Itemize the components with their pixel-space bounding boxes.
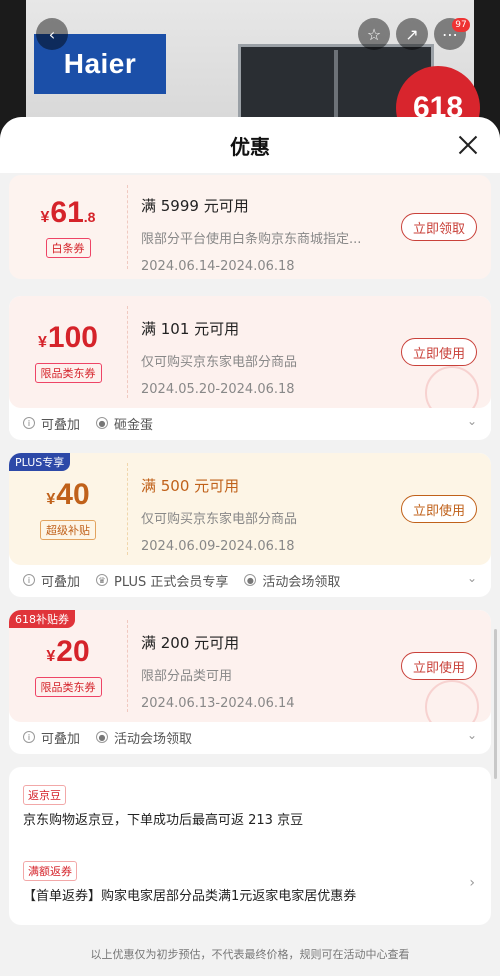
rebate-text[interactable]: 【首单返券】购家电家居部分品类满1元返家电家居优惠券 [23, 885, 356, 904]
sheet-header: 优惠 [0, 117, 500, 173]
coupon-dates: 2024.06.09-2024.06.18 [141, 539, 295, 554]
use-button[interactable]: 立即使用 [401, 652, 477, 680]
stack-icon: i [23, 574, 35, 586]
coupon-tag: 限品类东券 [34, 677, 102, 697]
use-button[interactable]: 立即使用 [401, 338, 477, 366]
close-icon[interactable] [456, 133, 480, 157]
stack-icon: i [23, 417, 35, 429]
coupon-card: ¥61.8 白条券 满 5999 元可用 限部分平台使用白条购京东商城指定...… [9, 175, 491, 279]
disclaimer-text: 以上优惠仅为初步预估，不代表最终价格，规则可在活动中心查看 [90, 948, 410, 961]
share-icon: ↗ [405, 24, 419, 44]
sheet-title: 优惠 [230, 135, 270, 159]
coupon-value: ¥61.8 白条券 [9, 175, 127, 279]
subsidy-badge: 618补贴券 [9, 610, 75, 628]
coupon-tag: 白条券 [45, 238, 91, 258]
rebate-tag: 满额返券 [23, 861, 77, 881]
chevron-right-icon[interactable]: › [469, 875, 475, 891]
coupon-divider [127, 185, 128, 269]
chevron-down-icon[interactable]: ⌄ [467, 728, 477, 742]
coupon-value: ¥100 限品类东券 [9, 296, 127, 408]
claim-button[interactable]: 立即领取 [401, 213, 477, 241]
rewards-text: 京东购物返京豆，下单成功后最高可返 213 京豆 [23, 813, 304, 828]
chevron-down-icon[interactable]: ⌄ [467, 571, 477, 585]
star-icon: ☆ [366, 24, 382, 44]
venue-icon: ● [96, 731, 109, 743]
coupon-tag: 超级补贴 [40, 520, 96, 540]
coupon-tag: 限品类东券 [34, 363, 102, 383]
stack-icon: i [23, 731, 35, 743]
coupon-condition: 满 101 元可用 [141, 320, 240, 338]
crown-icon: ♛ [96, 574, 109, 586]
coupon-desc: 仅可购买京东家电部分商品 [141, 355, 298, 370]
coupon-divider [127, 306, 128, 398]
coupon-dates: 2024.06.14-2024.06.18 [141, 259, 295, 274]
coupon-footer[interactable]: i 可叠加 ● 活动会场领取 ⌄ [9, 722, 491, 752]
venue-icon: ● [244, 574, 257, 586]
coupon-footer[interactable]: i 可叠加 ♛ PLUS 正式会员专享 ● 活动会场领取 ⌄ [9, 565, 491, 595]
back-button[interactable]: ‹ [36, 18, 68, 50]
notification-badge: 97 [452, 18, 470, 32]
coupon-divider [127, 620, 128, 712]
rewards-section: 返京豆 京东购物返京豆，下单成功后最高可返 213 京豆 满额返券 【首单返券】… [9, 767, 491, 925]
favorite-button[interactable]: ☆ [358, 18, 390, 50]
egg-icon: ● [96, 417, 109, 429]
scrollbar[interactable] [494, 629, 497, 779]
coupon-condition: 满 200 元可用 [141, 634, 240, 652]
coupon-card: ¥40 超级补贴 满 500 元可用 仅可购买京东家电部分商品 2024.06.… [9, 453, 491, 597]
chevron-down-icon[interactable]: ⌄ [467, 414, 477, 428]
coupon-desc: 限部分品类可用 [141, 669, 233, 684]
coupon-divider [127, 463, 128, 555]
coupon-condition: 满 500 元可用 [141, 477, 240, 495]
plus-badge: PLUS专享 [9, 453, 71, 471]
chevron-left-icon: ‹ [48, 24, 56, 44]
coupon-desc: 仅可购买京东家电部分商品 [141, 512, 298, 527]
coupon-footer[interactable]: i 可叠加 ● 砸金蛋 ⌄ [9, 408, 491, 438]
coupon-card: ¥100 限品类东券 满 101 元可用 仅可购买京东家电部分商品 2024.0… [9, 296, 491, 440]
coupon-card: ¥20 限品类东券 满 200 元可用 限部分品类可用 2024.06.13-2… [9, 610, 491, 754]
share-button[interactable]: ↗ [396, 18, 428, 50]
use-button[interactable]: 立即使用 [401, 495, 477, 523]
rewards-tag: 返京豆 [23, 785, 66, 805]
discount-sheet: 优惠 ¥61.8 白条券 满 5999 元可用 限部分平台使用白条购京东商城指定… [0, 117, 500, 976]
coupon-desc: 限部分平台使用白条购京东商城指定... [141, 232, 362, 247]
